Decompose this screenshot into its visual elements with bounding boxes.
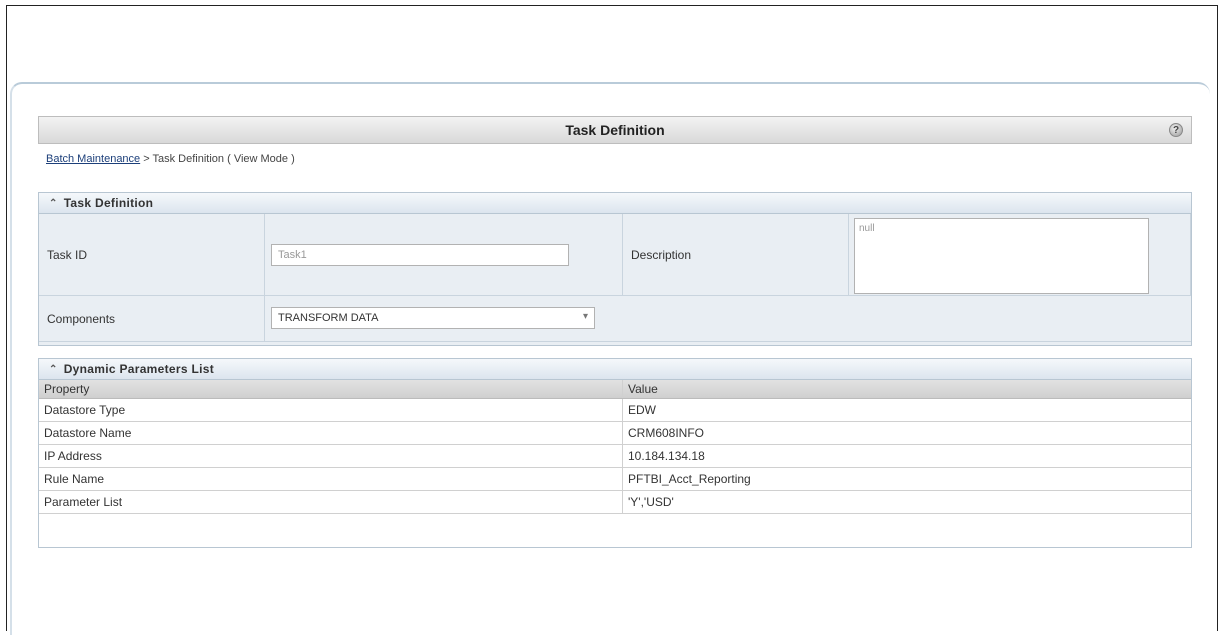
table-header-row: Property Value bbox=[39, 380, 1191, 399]
breadcrumb-batch-maintenance-link[interactable]: Batch Maintenance bbox=[46, 153, 140, 165]
page-title: Task Definition bbox=[565, 122, 665, 138]
dynamic-parameters-section: ⌃ Dynamic Parameters List Property Value… bbox=[38, 358, 1192, 548]
help-icon[interactable]: ? bbox=[1169, 123, 1183, 137]
task-definition-section-header[interactable]: ⌃ Task Definition bbox=[39, 193, 1191, 214]
collapse-chevron-icon[interactable]: ⌃ bbox=[49, 198, 58, 209]
dynamic-parameters-section-header[interactable]: ⌃ Dynamic Parameters List bbox=[39, 359, 1191, 380]
value-cell: PFTBI_Acct_Reporting bbox=[622, 467, 1191, 491]
task-id-label: Task ID bbox=[47, 247, 88, 262]
property-cell: Datastore Name bbox=[39, 421, 623, 445]
value-cell: EDW bbox=[622, 398, 1191, 422]
task-definition-section-title: Task Definition bbox=[63, 196, 154, 210]
table-row: IP Address 10.184.134.18 bbox=[39, 444, 1191, 468]
breadcrumb-current: > Task Definition ( View Mode ) bbox=[140, 153, 295, 165]
value-cell: 10.184.134.18 bbox=[622, 444, 1191, 468]
property-cell: Parameter List bbox=[39, 490, 623, 514]
task-definition-form: Task ID Description null Components TRAN… bbox=[39, 214, 1191, 346]
components-label-cell: Components bbox=[39, 296, 265, 342]
dynamic-parameters-section-title: Dynamic Parameters List bbox=[63, 362, 214, 376]
parameters-table: Property Value Datastore Type EDW Datast… bbox=[39, 380, 1191, 514]
components-select[interactable]: TRANSFORM DATA ▾ bbox=[271, 307, 595, 329]
collapse-chevron-icon[interactable]: ⌃ bbox=[49, 364, 58, 375]
task-id-label-cell: Task ID bbox=[39, 214, 265, 296]
task-definition-section: ⌃ Task Definition Task ID Description nu… bbox=[38, 192, 1192, 346]
chevron-down-icon: ▾ bbox=[582, 311, 588, 322]
table-row: Parameter List 'Y','USD' bbox=[39, 490, 1191, 514]
description-label-cell: Description bbox=[623, 214, 849, 296]
value-cell: CRM608INFO bbox=[622, 421, 1191, 445]
table-row: Datastore Name CRM608INFO bbox=[39, 421, 1191, 445]
property-cell: Datastore Type bbox=[39, 398, 623, 422]
property-cell: Rule Name bbox=[39, 467, 623, 491]
description-field[interactable]: null bbox=[854, 218, 1149, 294]
task-id-field[interactable] bbox=[271, 244, 569, 266]
components-label: Components bbox=[47, 311, 116, 326]
property-cell: IP Address bbox=[39, 444, 623, 468]
table-row: Datastore Type EDW bbox=[39, 398, 1191, 422]
description-label: Description bbox=[631, 247, 692, 262]
column-header-value: Value bbox=[622, 380, 1191, 399]
page-header: Task Definition ? bbox=[38, 116, 1192, 144]
breadcrumb: Batch Maintenance > Task Definition ( Vi… bbox=[46, 153, 295, 165]
table-row: Rule Name PFTBI_Acct_Reporting bbox=[39, 467, 1191, 491]
column-header-property: Property bbox=[39, 380, 623, 399]
value-cell: 'Y','USD' bbox=[622, 490, 1191, 514]
components-selected-value: TRANSFORM DATA bbox=[278, 312, 379, 324]
